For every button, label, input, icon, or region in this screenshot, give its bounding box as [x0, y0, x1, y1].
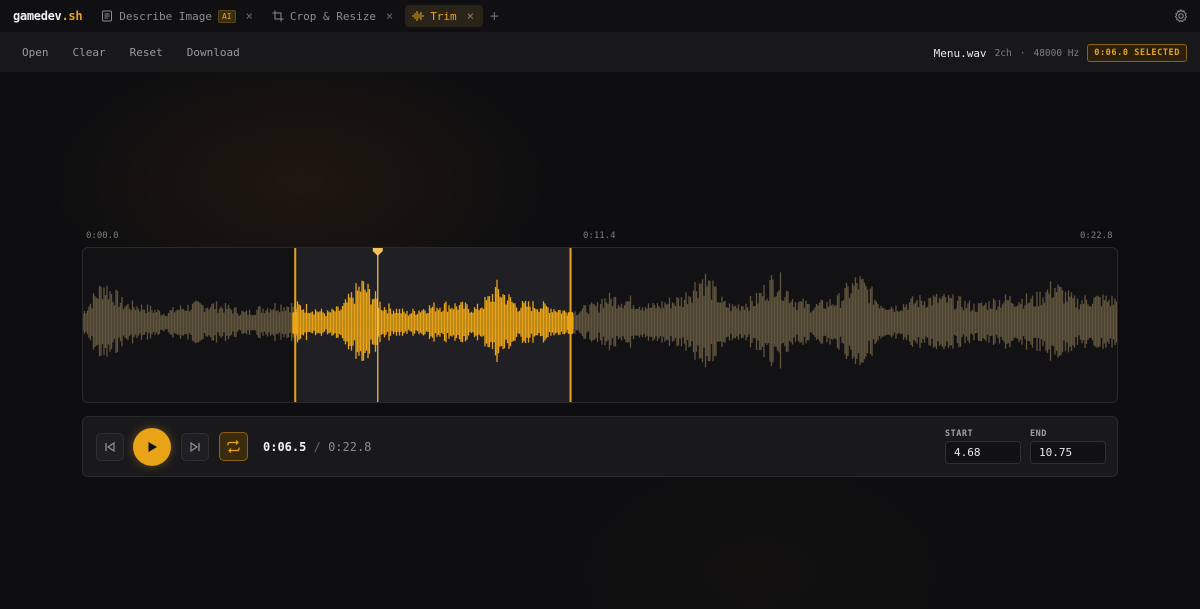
channel-count: 2ch	[994, 47, 1012, 59]
selection-end-handle[interactable]	[567, 312, 574, 334]
tab-label: Trim	[430, 9, 457, 23]
download-button[interactable]: Download	[187, 46, 240, 59]
close-tab-icon[interactable]: ×	[246, 9, 253, 23]
app-logo[interactable]: gamedev.sh	[13, 9, 83, 23]
waveform-icon	[412, 10, 424, 22]
current-time: 0:06.5	[263, 440, 307, 454]
close-tab-icon[interactable]: ×	[467, 9, 474, 23]
waveform-canvas[interactable]	[83, 248, 1117, 402]
toolbar: Open Clear Reset Download Menu.wav 2ch ·…	[0, 32, 1200, 72]
gear-icon[interactable]	[1174, 8, 1188, 27]
meta-separator: ·	[1019, 47, 1026, 59]
sample-rate: 48000 Hz	[1033, 47, 1080, 59]
tab-label: Describe Image	[119, 9, 212, 23]
skip-forward-icon	[190, 441, 200, 453]
skip-back-icon	[105, 441, 115, 453]
tab-trim[interactable]: Trim ×	[405, 5, 483, 27]
document-icon	[101, 10, 113, 22]
start-input[interactable]: 4.68	[945, 441, 1021, 464]
clear-button[interactable]: Clear	[73, 46, 106, 59]
start-label: START	[945, 429, 974, 439]
transport-bar: 0:06.5 / 0:22.8 START 4.68 END 10.75	[82, 416, 1118, 477]
waveform-unselected	[83, 272, 1117, 369]
end-input[interactable]: 10.75	[1030, 441, 1106, 464]
ai-badge: AI	[217, 9, 236, 23]
loop-toggle-button[interactable]	[219, 432, 248, 461]
end-label: END	[1030, 429, 1047, 439]
tab-bar: gamedev.sh Describe Image AI × Crop & Re…	[0, 0, 1200, 32]
close-tab-icon[interactable]: ×	[386, 9, 393, 23]
time-divider: /	[313, 440, 321, 454]
playback-time: 0:06.5 / 0:22.8	[263, 440, 371, 454]
tab-label: Crop & Resize	[289, 9, 376, 23]
new-tab-icon[interactable]: +	[490, 7, 499, 25]
selection-duration-badge: 0:06.0 SELECTED	[1087, 44, 1187, 62]
play-icon	[148, 442, 157, 452]
crop-icon	[272, 10, 284, 22]
loop-icon	[227, 440, 240, 453]
reset-button[interactable]: Reset	[130, 46, 163, 59]
skip-to-end-button[interactable]	[181, 433, 209, 461]
tab-crop-resize[interactable]: Crop & Resize ×	[265, 5, 402, 27]
open-button[interactable]: Open	[22, 46, 49, 59]
tab-describe-image[interactable]: Describe Image AI ×	[94, 5, 262, 27]
time-tick-mid: 0:11.4	[583, 231, 616, 241]
selection-start-handle[interactable]	[292, 312, 299, 334]
skip-to-start-button[interactable]	[96, 433, 124, 461]
file-name: Menu.wav	[933, 46, 987, 60]
time-tick-end: 0:22.8	[1080, 231, 1113, 241]
total-time: 0:22.8	[328, 440, 372, 454]
play-button[interactable]	[133, 428, 171, 466]
time-tick-start: 0:00.0	[86, 231, 119, 241]
waveform-panel[interactable]	[82, 247, 1118, 403]
file-info: Menu.wav 2ch · 48000 Hz 0:06.0 SELECTED	[934, 44, 1187, 62]
